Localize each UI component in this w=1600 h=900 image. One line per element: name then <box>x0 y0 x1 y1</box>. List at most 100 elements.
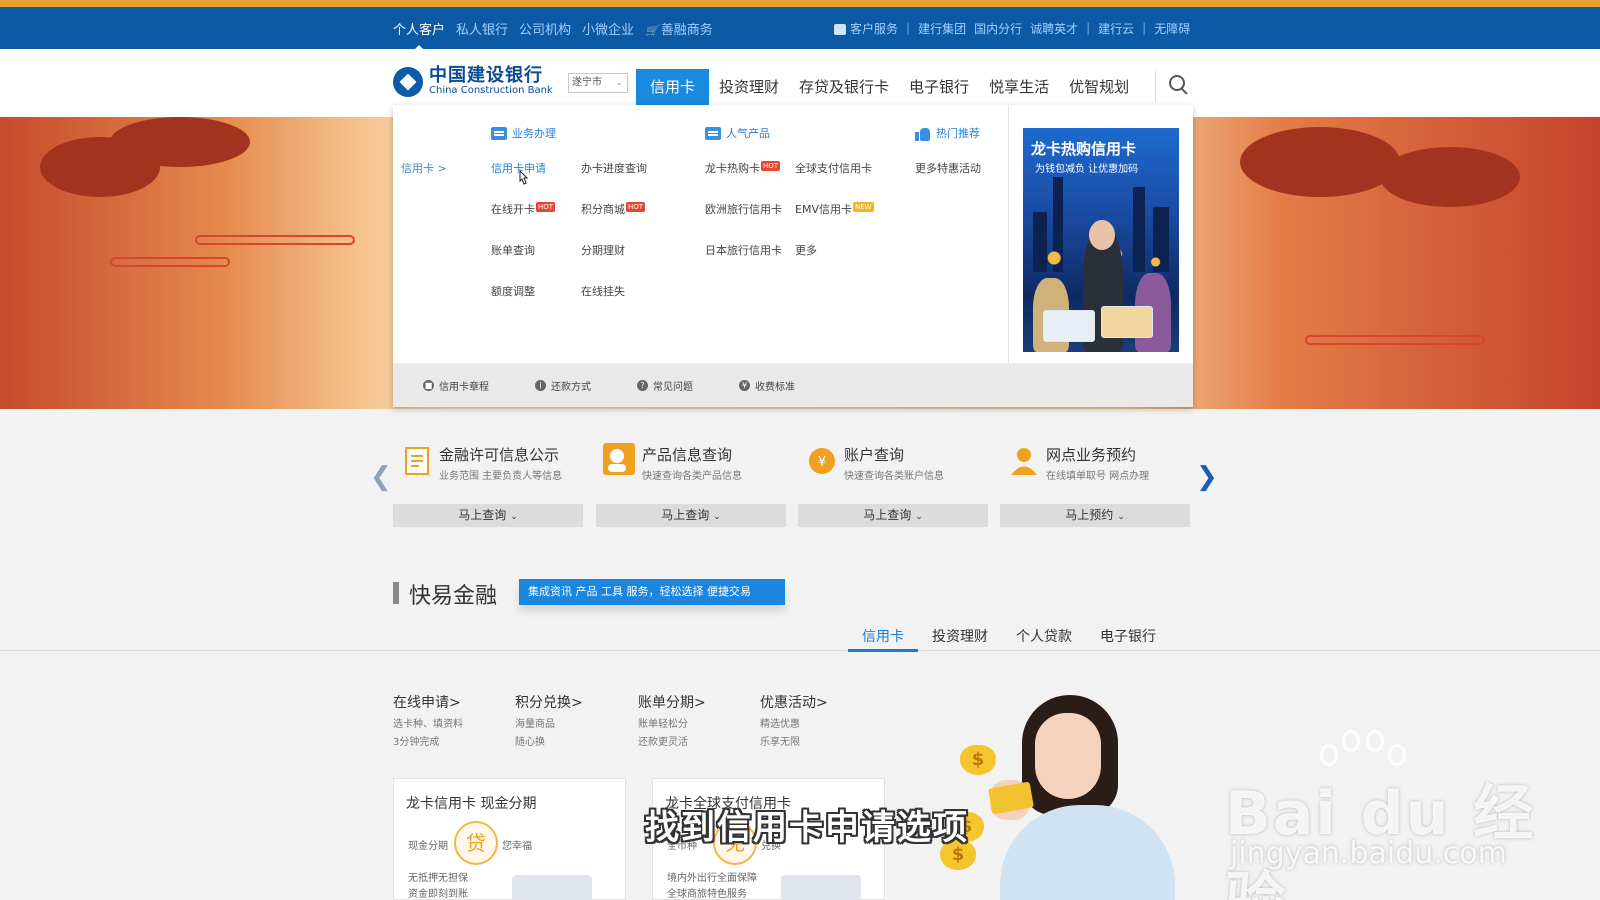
nav-investment[interactable]: 投资理财 <box>709 69 789 105</box>
search-icon[interactable] <box>1167 73 1191 97</box>
mega-menu-body: 信用卡 > 业务办理 信用卡申请 办卡进度查询 在线开卡 HOT 积分商城 HOT … <box>393 105 1193 363</box>
svg-text:¥: ¥ <box>818 455 826 470</box>
menu-breadcrumb[interactable]: 信用卡 > <box>401 160 447 176</box>
menu-link-japan[interactable]: 日本旅行信用卡 <box>705 242 782 258</box>
tab-investment[interactable]: 投资理财 <box>918 622 1002 652</box>
menu-link-more[interactable]: 更多 <box>795 242 817 258</box>
feature-desc: 账单轻松分 还款更灵活 <box>638 719 688 748</box>
menu-link-installment[interactable]: 分期理财 <box>581 242 625 258</box>
section-banner: 集成资讯 产品 工具 服务，轻松选择 便捷交易 <box>519 579 785 605</box>
footer-link-faq[interactable]: ? 常见问题 <box>637 378 693 393</box>
feature-title: 优惠活动> <box>760 695 828 711</box>
menu-link-progress[interactable]: 办卡进度查询 <box>581 160 647 176</box>
nav-planning[interactable]: 优智规划 <box>1059 69 1139 105</box>
chevron-down-icon: ⌄ <box>915 512 923 522</box>
hot-badge: HOT <box>761 161 781 171</box>
chevron-left-icon[interactable]: ❮ <box>370 462 392 492</box>
menu-link-longka[interactable]: 龙卡热购卡 HOT <box>705 160 781 176</box>
credit-card-image <box>1101 306 1153 338</box>
menu-link-statement[interactable]: 账单查询 <box>491 242 535 258</box>
chevron-right-icon[interactable]: ❯ <box>1196 462 1218 492</box>
menu-link-activate[interactable]: 在线开卡 HOT <box>491 201 556 217</box>
footer-link-charter[interactable]: ■ 信用卡章程 <box>423 378 489 393</box>
watermark-url: jingyan.baidu.com <box>1230 836 1507 871</box>
quick-query-button[interactable]: 马上查询 ⌄ <box>393 504 583 527</box>
top-link-small-business[interactable]: 小微企业 <box>582 19 634 38</box>
quick-query-button[interactable]: 马上查询 ⌄ <box>596 504 786 527</box>
top-link-private-bank[interactable]: 私人银行 <box>456 19 508 38</box>
feature-title: 在线申请> <box>393 695 461 711</box>
nav-credit-card[interactable]: 信用卡 <box>636 69 710 105</box>
loan-badge-icon: 贷 <box>454 821 498 865</box>
separator: | <box>1086 21 1091 35</box>
cloud-swirl <box>1305 335 1485 345</box>
customer-type-nav: 个人客户 私人银行 公司机构 小微企业 🛒 善融商务 <box>393 7 713 51</box>
promo-subtitle: 为钱包减负 让优惠加码 <box>1035 164 1139 175</box>
top-link-shanrong[interactable]: 🛒 善融商务 <box>645 19 713 38</box>
card-title: 龙卡信用卡 现金分期 <box>406 796 537 812</box>
yen-coin-icon: ¥ <box>809 448 835 474</box>
model-body <box>1000 805 1175 900</box>
credit-card-image <box>781 875 861 900</box>
feature-promotions[interactable]: 优惠活动> 精选优惠 乐享无限 <box>760 692 870 752</box>
thumbs-up-icon <box>915 126 931 141</box>
card-icon <box>705 126 721 140</box>
top-link-group[interactable]: 建行集团 <box>918 20 966 37</box>
feature-points[interactable]: 积分兑换> 海量商品 随心换 <box>515 692 625 752</box>
nav-e-banking[interactable]: 电子银行 <box>899 69 979 105</box>
credit-card-image <box>512 875 592 900</box>
ccb-logo[interactable]: 中国建设银行 China Construction Bank <box>393 67 553 97</box>
credit-card-image <box>1043 310 1095 342</box>
feature-installment[interactable]: 账单分期> 账单轻松分 还款更灵活 <box>638 692 748 752</box>
quick-sub: 在线填单取号 网点办理 <box>1046 471 1150 482</box>
main-nav: 信用卡 投资理财 存贷及银行卡 电子银行 悦享生活 优智规划 <box>636 69 1139 105</box>
footer-link-repayment[interactable]: i 还款方式 <box>535 378 591 393</box>
section-tabs: 信用卡 投资理财 个人贷款 电子银行 <box>848 622 1170 652</box>
card-desc: 境内外出行全面保障 全球商旅特色服务 <box>667 873 757 900</box>
tab-e-banking[interactable]: 电子银行 <box>1086 622 1170 652</box>
promo-ad-longka[interactable]: 龙卡热购信用卡 为钱包减负 让优惠加码 <box>1023 128 1179 352</box>
utility-nav: 客户服务 | 建行集团 国内分行 诚聘英才 | 建行云 | 无障碍 <box>834 7 1190 49</box>
footer-link-fees[interactable]: ¥ 收费标准 <box>739 378 795 393</box>
menu-link-points-mall[interactable]: 积分商城 HOT <box>581 201 646 217</box>
top-link-cloud[interactable]: 建行云 <box>1098 20 1134 37</box>
top-link-customer-service[interactable]: 客户服务 <box>834 20 898 37</box>
top-link-branches[interactable]: 国内分行 <box>974 20 1022 37</box>
nav-loans-cards[interactable]: 存贷及银行卡 <box>789 69 899 105</box>
watermark-text: Bai du 经验 <box>1225 779 1536 900</box>
top-link-personal[interactable]: 个人客户 <box>393 19 445 51</box>
city-select[interactable]: 遂宁市 ⌄ <box>568 73 628 93</box>
quick-query-button[interactable]: 马上查询 ⌄ <box>798 504 988 527</box>
chevron-down-icon: ⌄ <box>615 78 623 88</box>
card-label: 现金分期 <box>408 841 448 852</box>
menu-link-report-loss[interactable]: 在线挂失 <box>581 283 625 299</box>
card-desc: 无抵押无担保 资金即刻到账 <box>408 873 468 900</box>
quick-appointment-button[interactable]: 马上预约 ⌄ <box>1000 504 1190 527</box>
quick-title: 金融许可信息公示 <box>439 446 560 464</box>
menu-link-limit[interactable]: 额度调整 <box>491 283 535 299</box>
top-link-corporate[interactable]: 公司机构 <box>519 19 571 38</box>
quick-sub: 快速查询各类账户信息 <box>844 471 944 482</box>
top-link-careers[interactable]: 诚聘英才 <box>1030 20 1078 37</box>
tree-decoration <box>1240 127 1400 197</box>
menu-link-offers[interactable]: 更多特惠活动 <box>915 160 981 176</box>
nav-lifestyle[interactable]: 悦享生活 <box>979 69 1059 105</box>
product-card-cash-installment[interactable]: 龙卡信用卡 现金分期 现金分期 贷 您幸福 无抵押无担保 资金即刻到账 <box>393 778 626 900</box>
menu-link-global-pay[interactable]: 全球支付信用卡 <box>795 160 872 176</box>
tab-credit-card[interactable]: 信用卡 <box>848 622 918 652</box>
menu-link-europe[interactable]: 欧洲旅行信用卡 <box>705 201 782 217</box>
tab-underline <box>0 650 1600 651</box>
top-link-accessibility[interactable]: 无障碍 <box>1154 20 1190 37</box>
cart-icon: 🛒 <box>645 23 659 37</box>
menu-link-emv[interactable]: EMV信用卡 NEW <box>795 201 874 217</box>
tab-personal-loan[interactable]: 个人贷款 <box>1002 622 1086 652</box>
feature-online-apply[interactable]: 在线申请> 选卡种、填资料 3分钟完成 <box>393 692 503 752</box>
separator: | <box>906 21 911 35</box>
feature-desc: 海量商品 随心换 <box>515 719 555 748</box>
quick-sub: 业务范围 主要负责人等信息 <box>439 471 563 482</box>
new-badge: NEW <box>852 202 874 212</box>
separator: | <box>1142 21 1147 35</box>
person-icon <box>1011 448 1037 475</box>
model-face <box>1089 220 1115 250</box>
quick-sub: 快速查询各类产品信息 <box>642 471 742 482</box>
